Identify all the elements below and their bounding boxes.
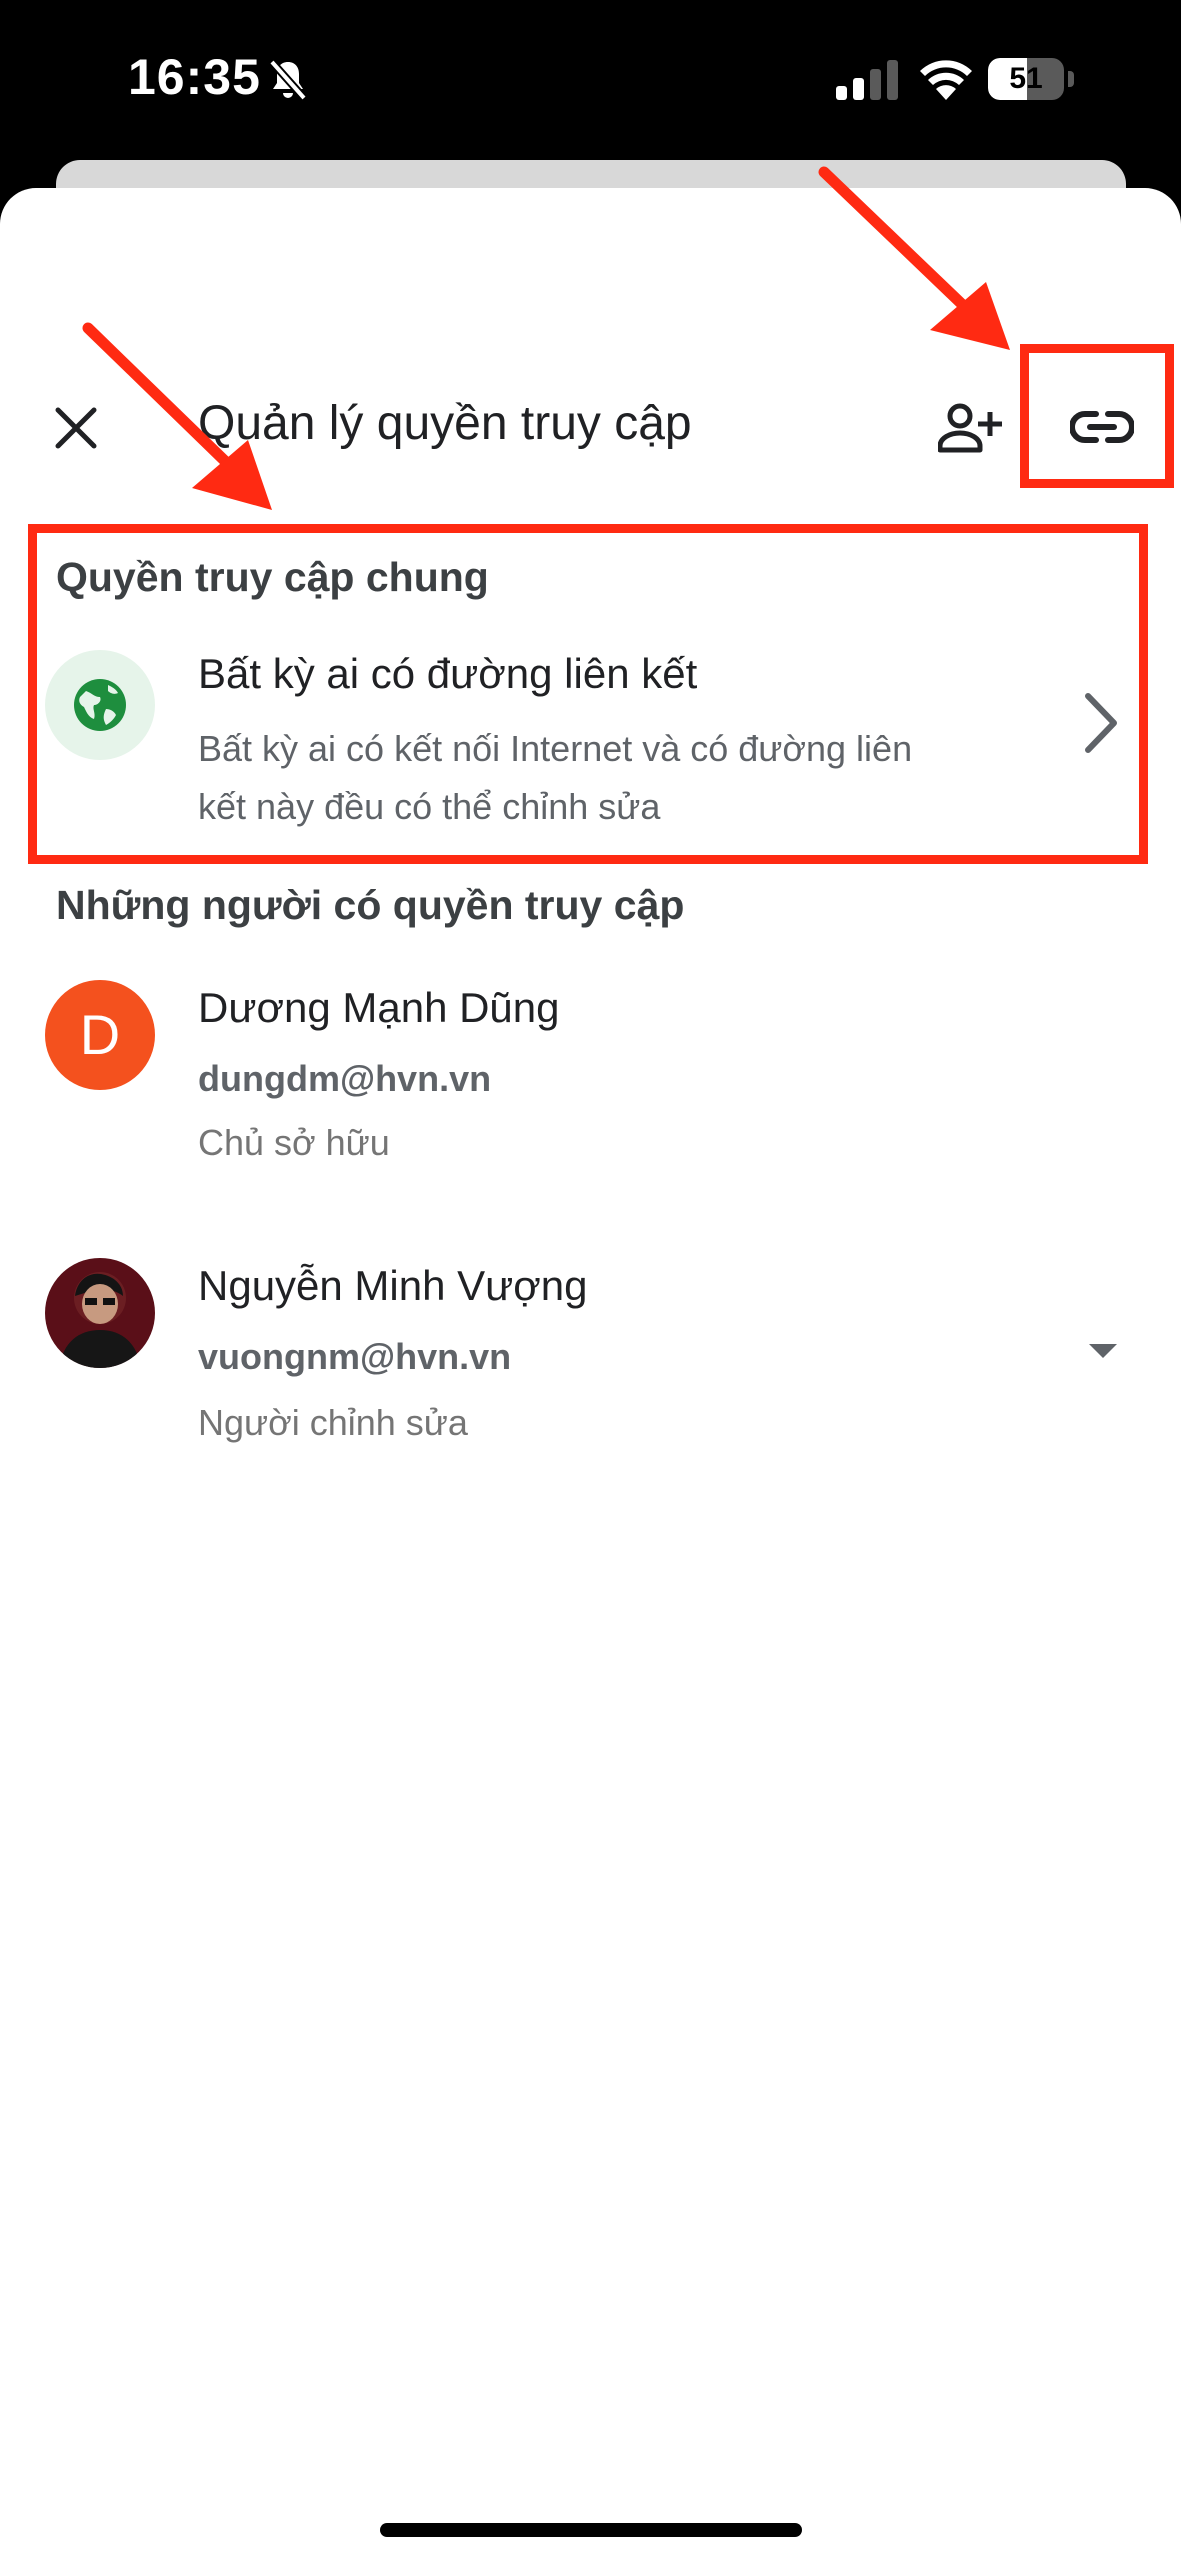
person-email: vuongnm@hvn.vn — [198, 1336, 512, 1377]
person-role: Chủ sở hữu — [198, 1122, 390, 1163]
annotation-box-general-access — [28, 524, 1148, 864]
wifi-icon — [920, 60, 972, 100]
bell-slash-icon — [269, 59, 307, 101]
avatar: D — [45, 980, 155, 1090]
person-email: dungdm@hvn.vn — [198, 1058, 492, 1099]
role-dropdown-icon[interactable] — [1087, 1342, 1119, 1360]
cellular-signal-icon — [836, 60, 898, 100]
avatar-photo — [45, 1258, 155, 1368]
status-time: 16:35 — [128, 49, 261, 105]
person-name: Nguyễn Minh Vượng — [198, 1262, 588, 1309]
person-row-owner[interactable] — [0, 960, 1181, 1180]
battery-icon: 51 — [988, 58, 1074, 100]
people-with-access-heading: Những người có quyền truy cập — [56, 882, 685, 928]
page-title: Quản lý quyền truy cập — [198, 397, 692, 450]
add-person-icon[interactable] — [938, 402, 1004, 454]
home-indicator[interactable] — [380, 2523, 802, 2537]
annotation-box-link — [1020, 344, 1174, 488]
person-role: Người chỉnh sửa — [198, 1402, 468, 1443]
person-name: Dương Mạnh Dũng — [198, 984, 560, 1031]
person-row-editor[interactable] — [0, 1240, 1181, 1460]
battery-level: 51 — [1009, 62, 1043, 95]
close-icon[interactable] — [50, 402, 102, 454]
status-bar: 16:35 51 — [0, 0, 1181, 160]
